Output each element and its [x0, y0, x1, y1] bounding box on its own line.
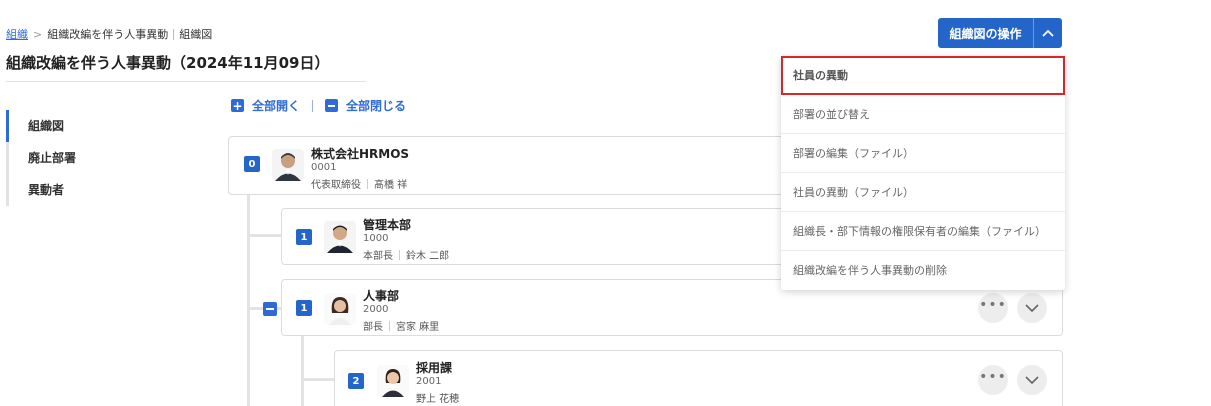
breadcrumb-current: 組織改編を伴う人事異動: [47, 28, 169, 41]
more-options-button[interactable]: •••: [978, 365, 1008, 395]
menu-item-delete-reorganization[interactable]: 組織改編を伴う人事異動の削除: [781, 251, 1065, 290]
breadcrumb-separator: >: [33, 27, 43, 41]
head-role: 本部長: [363, 251, 393, 262]
header-divider: [6, 81, 366, 82]
head-name: 鈴木 二郎: [406, 251, 450, 262]
level-badge: 2: [348, 373, 364, 389]
head-name: 野上 花穂: [416, 394, 460, 405]
org-name: 採用課: [416, 361, 453, 375]
collapse-all-label: 全部閉じる: [346, 99, 407, 113]
head-name: 髙橋 祥: [374, 180, 408, 191]
chevron-down-icon: [1025, 304, 1039, 312]
expand-card-button[interactable]: [1017, 293, 1047, 323]
sidebar-item-abolished-departments[interactable]: 廃止部署: [6, 142, 196, 174]
collapse-toggle-button[interactable]: [263, 302, 277, 316]
menu-item-reorder-departments[interactable]: 部署の並び替え: [781, 95, 1065, 134]
tree-connector: [247, 234, 281, 237]
org-code: 0001: [311, 162, 337, 173]
org-name: 管理本部: [363, 218, 412, 232]
level-badge: 1: [296, 300, 312, 316]
chevron-up-icon: [1042, 29, 1054, 37]
head-divider: [389, 320, 390, 331]
head-name: 宮家 麻里: [396, 322, 440, 333]
tree-connector: [301, 336, 304, 406]
org-code: 1000: [363, 233, 389, 244]
avatar: [324, 293, 356, 325]
head-divider: [399, 249, 400, 260]
level-badge: 1: [296, 229, 312, 245]
menu-item-employee-transfer-file[interactable]: 社員の異動（ファイル）: [781, 173, 1065, 212]
operations-dropdown-menu: 社員の異動 部署の並び替え 部署の編集（ファイル） 社員の異動（ファイル） 組織…: [781, 56, 1065, 290]
org-head: 部長 宮家 麻里: [363, 318, 439, 333]
tree-controls: + 全部開く 全部閉じる: [231, 97, 406, 114]
head-divider: [367, 178, 368, 189]
collapse-all-button[interactable]: 全部閉じる: [325, 97, 406, 114]
expand-all-button[interactable]: + 全部開く: [231, 97, 300, 114]
more-options-button[interactable]: •••: [978, 293, 1008, 323]
head-role: 代表取締役: [311, 180, 361, 191]
sidebar-item-org-chart[interactable]: 組織図: [6, 110, 196, 142]
avatar: [324, 221, 356, 253]
menu-item-edit-permissions-file[interactable]: 組織長・部下情報の権限保有者の編集（ファイル）: [781, 212, 1065, 251]
minus-square-icon: [325, 99, 339, 112]
plus-square-icon: +: [231, 98, 244, 113]
org-card-department[interactable]: 1 管理本部 1000 本部長 鈴木 二郎: [281, 208, 841, 265]
org-head: 代表取締役 髙橋 祥: [311, 176, 407, 191]
head-role: 部長: [363, 322, 383, 333]
sidebar-nav: 組織図 廃止部署 異動者: [6, 110, 196, 206]
breadcrumb-page: 組織図: [179, 28, 213, 41]
sidebar-item-transferees[interactable]: 異動者: [6, 174, 196, 206]
avatar: [272, 149, 304, 181]
chevron-down-icon: [1025, 376, 1039, 384]
org-chart-operations: 組織図の操作: [938, 18, 1062, 48]
breadcrumb-root-link[interactable]: 組織: [6, 26, 28, 42]
more-dots-icon: •••: [979, 369, 1007, 385]
more-dots-icon: •••: [979, 297, 1007, 313]
tree-connector: [247, 195, 250, 406]
org-card-section[interactable]: 2 採用課 2001 野上 花穂 •••: [334, 350, 1063, 406]
org-name: 人事部: [363, 289, 400, 303]
menu-item-employee-transfer[interactable]: 社員の異動: [781, 56, 1065, 95]
org-code: 2000: [363, 304, 389, 315]
level-badge: 0: [244, 156, 260, 172]
operations-menu-toggle[interactable]: [1033, 18, 1062, 48]
expand-card-button[interactable]: [1017, 365, 1047, 395]
page-title: 組織改編を伴う人事異動（2024年11月09日）: [6, 54, 330, 72]
org-chart-operations-button[interactable]: 組織図の操作: [938, 18, 1033, 48]
menu-item-edit-departments-file[interactable]: 部署の編集（ファイル）: [781, 134, 1065, 173]
expand-all-label: 全部開く: [252, 99, 301, 113]
org-head: 本部長 鈴木 二郎: [363, 247, 449, 262]
breadcrumb: 組織 > 組織改編を伴う人事異動 組織図: [6, 26, 212, 42]
tree-controls-divider: [312, 99, 314, 112]
avatar: [377, 365, 409, 397]
tree-connector: [301, 378, 334, 381]
org-name: 株式会社HRMOS: [311, 147, 410, 161]
org-card-company[interactable]: 0 株式会社HRMOS 0001 代表取締役 髙橋 祥: [228, 136, 828, 195]
org-code: 2001: [416, 376, 442, 387]
breadcrumb-divider: [173, 28, 175, 40]
org-head: 野上 花穂: [416, 390, 459, 405]
